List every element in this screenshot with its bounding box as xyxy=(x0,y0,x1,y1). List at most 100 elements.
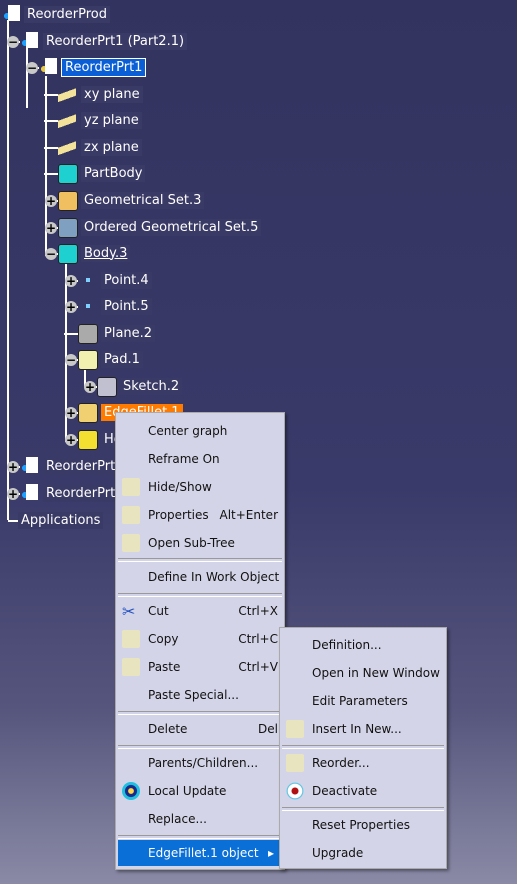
expand-icon[interactable]: + xyxy=(65,434,77,446)
tree-node[interactable]: Applications xyxy=(18,509,104,531)
tree-node[interactable]: Plane.2 xyxy=(101,322,156,344)
menu-item-label: Local Update xyxy=(148,784,227,798)
body-icon xyxy=(58,244,78,264)
menu-item-upgrade[interactable]: Upgrade xyxy=(282,840,444,866)
hole-icon xyxy=(78,430,98,450)
tree-node[interactable]: Body.3 xyxy=(81,242,131,264)
tree-node[interactable]: Pad.1 xyxy=(101,348,143,370)
menu-item-edit-parameters[interactable]: Edit Parameters xyxy=(282,688,444,714)
menu-separator xyxy=(282,807,444,811)
menu-item-deactivate[interactable]: Deactivate xyxy=(282,778,444,804)
paste-icon xyxy=(122,658,140,676)
tree-node[interactable]: ReorderPrt1 (Part2.1) xyxy=(43,30,188,52)
menu-item-local-update[interactable]: Local Update xyxy=(118,778,282,804)
menu-item-cut[interactable]: ✂ Cut Ctrl+X xyxy=(118,598,282,624)
menu-item-reset-properties[interactable]: Reset Properties xyxy=(282,812,444,838)
expand-icon[interactable]: + xyxy=(65,407,77,419)
menu-item-center-graph[interactable]: Center graph xyxy=(118,418,282,444)
tree-node[interactable]: yz plane xyxy=(81,109,142,131)
menu-item-delete[interactable]: Delete Del xyxy=(118,716,282,742)
tree-node-label: yz plane xyxy=(81,111,142,129)
tree-connector xyxy=(8,520,18,522)
tree-connector xyxy=(26,48,28,108)
tree-node[interactable]: xy plane xyxy=(81,83,143,105)
menu-separator xyxy=(118,711,282,715)
tree-node[interactable]: Sketch.2 xyxy=(120,375,183,397)
menu-item-label: Reorder... xyxy=(312,756,370,770)
collapse-icon[interactable]: − xyxy=(45,248,57,260)
menu-separator xyxy=(118,835,282,839)
tree-node[interactable]: PartBody xyxy=(81,162,146,184)
expand-icon[interactable]: + xyxy=(7,488,19,500)
menu-item-label: Hide/Show xyxy=(148,480,212,494)
tree-node-label: PartBody xyxy=(81,164,146,182)
menu-item-label: Parents/Children... xyxy=(148,756,259,770)
plane-icon xyxy=(58,138,76,156)
menu-item-insert-in-new[interactable]: Insert In New... xyxy=(282,716,444,742)
part-icon xyxy=(39,58,57,76)
menu-item-define-in-work-object[interactable]: Define In Work Object xyxy=(118,564,282,590)
tree-node-label: Plane.2 xyxy=(101,324,156,342)
tree-node[interactable]: Geometrical Set.3 xyxy=(81,189,205,211)
menu-shortcut: Ctrl+C xyxy=(238,632,278,646)
menu-separator xyxy=(118,593,282,597)
expand-icon[interactable]: + xyxy=(7,461,19,473)
menu-item-label: Definition... xyxy=(312,638,382,652)
part-instance-icon xyxy=(20,484,38,502)
menu-item-open-sub-tree[interactable]: Open Sub-Tree xyxy=(118,530,282,556)
collapse-icon[interactable]: − xyxy=(65,354,77,366)
tree-connector xyxy=(64,333,78,335)
menu-item-paste[interactable]: Paste Ctrl+V xyxy=(118,654,282,680)
menu-item-label: Delete xyxy=(148,722,188,736)
menu-separator xyxy=(282,745,444,749)
part-instance-icon xyxy=(20,457,38,475)
menu-item-open-in-new-window[interactable]: Open in New Window xyxy=(282,660,444,686)
menu-item-label: Paste Special... xyxy=(148,688,239,702)
tree-connector xyxy=(44,173,58,175)
plane-icon xyxy=(58,111,76,129)
menu-item-paste-special[interactable]: Paste Special... xyxy=(118,682,282,708)
menu-item-label: Copy xyxy=(148,632,179,646)
menu-item-edgefillet-1-object[interactable]: EdgeFillet.1 object ▸ xyxy=(118,840,282,866)
expand-icon[interactable]: + xyxy=(84,381,96,393)
menu-item-parents-children[interactable]: Parents/Children... xyxy=(118,750,282,776)
tree-node[interactable]: Point.4 xyxy=(101,269,152,291)
reorder-icon xyxy=(286,754,304,772)
menu-item-copy[interactable]: Copy Ctrl+C xyxy=(118,626,282,652)
copy-icon xyxy=(122,630,140,648)
menu-item-properties[interactable]: Properties Alt+Enter xyxy=(118,502,282,528)
part-instance-icon xyxy=(20,32,38,50)
properties-icon xyxy=(122,506,140,524)
tree-node-label: Point.5 xyxy=(101,297,152,315)
menu-item-label: Reset Properties xyxy=(312,818,410,832)
tree-node[interactable]: ReorderPrt3 xyxy=(43,482,127,504)
menu-item-label: Center graph xyxy=(148,424,228,438)
tree-node-label: Point.4 xyxy=(101,271,152,289)
tree-node[interactable]: ReorderProd xyxy=(24,3,110,25)
expand-icon[interactable]: + xyxy=(65,275,77,287)
menu-shortcut: Alt+Enter xyxy=(219,508,278,522)
tree-node[interactable]: zx plane xyxy=(81,136,142,158)
open-subtree-icon xyxy=(122,534,140,552)
menu-item-reorder[interactable]: Reorder... xyxy=(282,750,444,776)
menu-item-reframe-on[interactable]: Reframe On xyxy=(118,446,282,472)
menu-item-replace[interactable]: Replace... xyxy=(118,806,282,832)
menu-item-hide-show[interactable]: Hide/Show xyxy=(118,474,282,500)
local-update-icon xyxy=(122,782,140,800)
expand-icon[interactable]: + xyxy=(45,222,57,234)
tree-connector xyxy=(44,147,58,149)
menu-shortcut: Del xyxy=(258,722,278,736)
tree-node[interactable]: Ordered Geometrical Set.5 xyxy=(81,216,262,238)
tree-node[interactable]: Point.5 xyxy=(101,295,152,317)
menu-shortcut: Ctrl+V xyxy=(238,660,278,674)
collapse-icon[interactable]: − xyxy=(26,62,38,74)
menu-item-definition[interactable]: Definition... xyxy=(282,632,444,658)
tree-node[interactable]: ReorderPrt2 xyxy=(43,455,127,477)
expand-icon[interactable]: + xyxy=(65,301,77,313)
scissors-icon: ✂ xyxy=(122,602,136,621)
tree-node[interactable]: ReorderPrt1 xyxy=(60,56,147,78)
ordered-geometrical-set-icon xyxy=(58,218,78,238)
collapse-icon[interactable]: − xyxy=(7,36,19,48)
expand-icon[interactable]: + xyxy=(45,195,57,207)
menu-item-label: Upgrade xyxy=(312,846,364,860)
